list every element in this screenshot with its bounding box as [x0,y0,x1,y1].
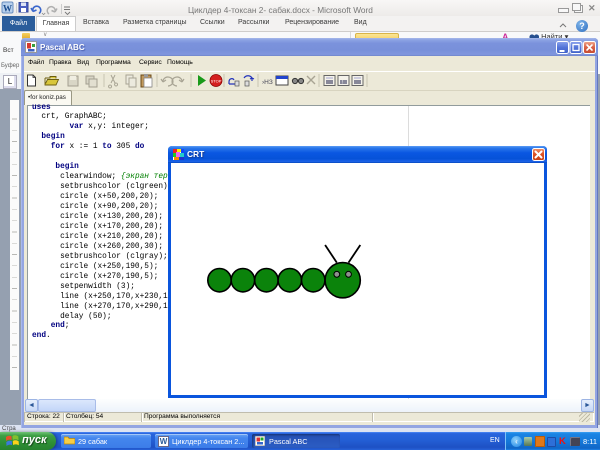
svg-text:!: ! [342,80,343,86]
svg-text:W: W [3,4,12,14]
svg-text:STOP: STOP [211,79,222,84]
svg-text:›НЗ: ›НЗ [262,79,273,86]
